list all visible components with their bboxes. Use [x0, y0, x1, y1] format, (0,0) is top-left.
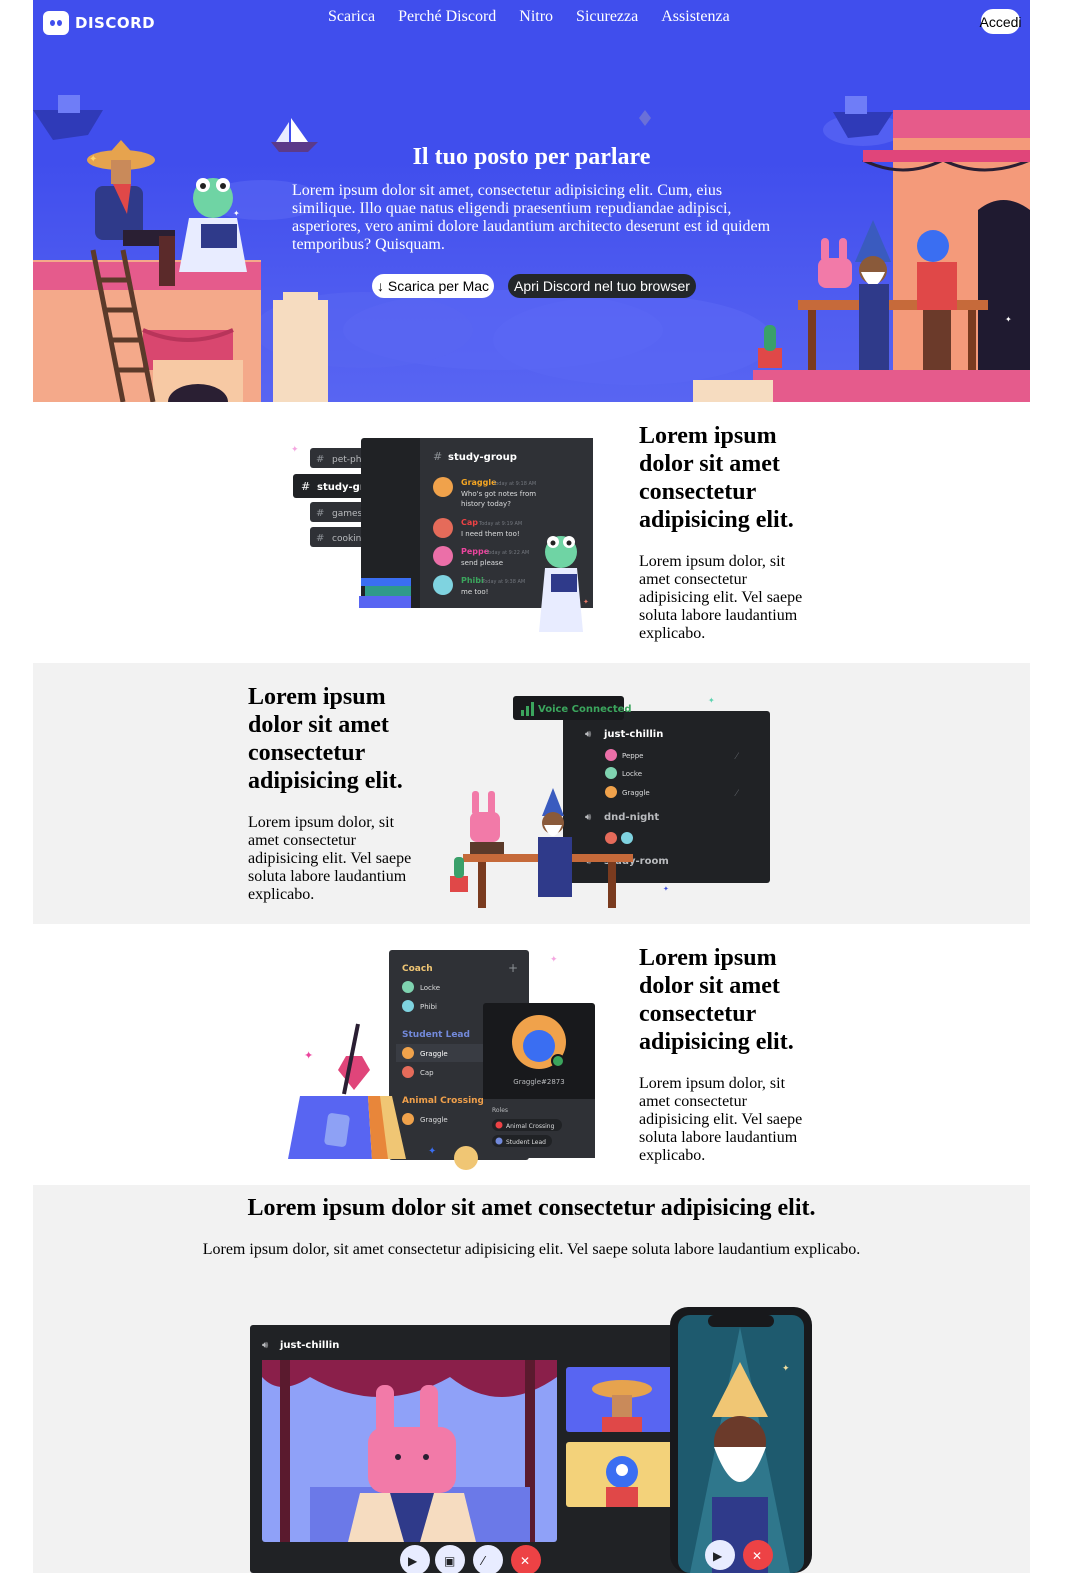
- speaker-icon: 🔊︎: [262, 1340, 269, 1351]
- msg-author: Cap: [461, 518, 478, 527]
- svg-text:#: #: [316, 454, 324, 465]
- logo-text: DISCORD: [75, 14, 156, 32]
- hero-description: Lorem ipsum dolor sit amet, consectetur …: [292, 182, 771, 253]
- svg-text:✦: ✦: [708, 696, 715, 705]
- speaker-icon: 🔊︎: [585, 729, 592, 740]
- msg-text: I need them too!: [461, 530, 520, 538]
- svg-text:🔊︎: 🔊︎: [585, 812, 592, 823]
- role-group-name: Coach: [402, 964, 433, 974]
- msg-text: me too!: [461, 588, 488, 596]
- nav-link-nitro[interactable]: Nitro: [519, 8, 553, 26]
- svg-text:✦: ✦: [233, 209, 240, 218]
- feature-2-title: Lorem ipsum dolor sit amet consectetur a…: [248, 684, 403, 794]
- nav-links: Scarica Perché Discord Nitro Sicurezza A…: [328, 8, 730, 26]
- voice-channel-name: just-chillin: [603, 729, 663, 740]
- download-mac-button[interactable]: ↓ Scarica per Mac: [372, 274, 495, 298]
- msg-text: history today?: [461, 500, 511, 508]
- roles-illustration: Coach + Locke Phibi Student Lead Graggle…: [288, 950, 595, 1170]
- msg-text: send please: [461, 559, 503, 567]
- page: ✦ ✦ ✦ DISCORD Scarica Perché Discord Nit…: [33, 0, 1030, 1573]
- channel-games: games: [332, 509, 363, 519]
- video-call-illustration: 🔊︎ just-chillin ▶ ▣ ⁄ ✕ ▶ ✕ ✦: [250, 1307, 812, 1573]
- final-text: Lorem ipsum dolor, sit amet consectetur …: [202, 1241, 861, 1258]
- svg-text:#: #: [316, 533, 324, 544]
- hero-buttons: ↓ Scarica per Mac Apri Discord nel tuo b…: [372, 274, 696, 298]
- screen-share-icon[interactable]: ▣: [444, 1554, 455, 1568]
- svg-text:✦: ✦: [291, 444, 299, 454]
- feature-section-2: Lorem ipsum dolor sit amet consectetur a…: [33, 663, 1030, 924]
- role-pill: Student Lead: [506, 1139, 546, 1146]
- svg-text:✦: ✦: [428, 1146, 436, 1157]
- msg-time: Today at 9:18 AM: [492, 481, 536, 487]
- open-browser-button[interactable]: Apri Discord nel tuo browser: [508, 274, 696, 298]
- msg-text: Who's got notes from: [461, 490, 536, 498]
- final-title: Lorem ipsum dolor sit amet consectetur a…: [247, 1195, 816, 1221]
- add-icon: +: [508, 961, 518, 975]
- chat-header: study-group: [448, 452, 517, 463]
- final-section: Lorem ipsum dolor sit amet consectetur a…: [33, 1185, 1030, 1573]
- discord-logo[interactable]: DISCORD: [43, 8, 155, 38]
- video-channel-name: just-chillin: [279, 1340, 339, 1351]
- role-group-name: Student Lead: [402, 1030, 470, 1040]
- msg-author: Phibi: [461, 576, 484, 585]
- role-group-name: Animal Crossing: [402, 1096, 484, 1106]
- voice-connected-label: Voice Connected: [538, 704, 632, 715]
- feature-3-text: Lorem ipsum dolor, sit amet consectetur …: [639, 1075, 803, 1164]
- svg-text:✦: ✦: [550, 954, 558, 964]
- voice-member: Locke: [622, 770, 642, 778]
- msg-time: Today at 9:38 AM: [481, 579, 525, 585]
- feature-1-text: Lorem ipsum dolor, sit amet consectetur …: [639, 553, 803, 642]
- member-name: Locke: [420, 984, 440, 992]
- phone-hangup-icon[interactable]: ✕: [752, 1549, 762, 1563]
- top-navigation: DISCORD Scarica Perché Discord Nitro Sic…: [33, 0, 1030, 42]
- member-name: Graggle: [420, 1116, 448, 1124]
- voice-channels-illustration: Voice Connected 🔊︎ just-chillin Peppe Lo…: [450, 696, 770, 908]
- profile-tag: Graggle#2873: [513, 1078, 564, 1086]
- hero-title: Il tuo posto per parlare: [412, 144, 651, 170]
- svg-text:✦: ✦: [583, 598, 589, 606]
- svg-text:✦: ✦: [1005, 315, 1012, 324]
- nav-link-perche-discord[interactable]: Perché Discord: [398, 8, 496, 26]
- svg-text:✦: ✦: [782, 1363, 790, 1373]
- hero-section: ✦ ✦ ✦ DISCORD Scarica Perché Discord Nit…: [33, 0, 1030, 402]
- feature-section-1: # pet-photos # study-group # games # coo…: [33, 402, 1030, 663]
- svg-text:#: #: [301, 480, 310, 493]
- voice-channel-name: dnd-night: [604, 812, 659, 823]
- text-channels-illustration: # pet-photos # study-group # games # coo…: [291, 438, 593, 632]
- member-name: Phibi: [420, 1003, 437, 1011]
- svg-text:#: #: [316, 508, 324, 519]
- feature-3-title: Lorem ipsum dolor sit amet consectetur a…: [639, 945, 794, 1055]
- hangup-icon[interactable]: ✕: [520, 1554, 530, 1568]
- nav-link-sicurezza[interactable]: Sicurezza: [576, 8, 638, 26]
- login-button[interactable]: Accedi: [979, 9, 1022, 34]
- voice-member: Peppe: [622, 752, 643, 760]
- member-name: Graggle: [420, 1050, 448, 1058]
- member-name: Cap: [420, 1069, 434, 1077]
- phone-camera-icon[interactable]: ▶: [713, 1549, 723, 1563]
- camera-icon[interactable]: ▶: [408, 1554, 418, 1568]
- msg-time: Today at 9:22 AM: [485, 550, 529, 556]
- svg-text:✦: ✦: [663, 885, 669, 893]
- roles-label: Roles: [492, 1107, 508, 1114]
- discord-logo-icon: [43, 11, 69, 35]
- role-pill: Animal Crossing: [506, 1123, 555, 1130]
- msg-author: Graggle: [461, 478, 497, 487]
- nav-link-assistenza[interactable]: Assistenza: [661, 8, 729, 26]
- feature-1-title: Lorem ipsum dolor sit amet consectetur a…: [639, 423, 794, 533]
- feature-2-text: Lorem ipsum dolor, sit amet consectetur …: [248, 814, 412, 903]
- nav-link-scarica[interactable]: Scarica: [328, 8, 375, 26]
- svg-text:✦: ✦: [304, 1050, 313, 1062]
- svg-text:#: #: [433, 450, 442, 463]
- msg-time: Today at 9:19 AM: [478, 521, 522, 527]
- voice-member: Graggle: [622, 789, 650, 797]
- feature-section-3: Coach + Locke Phibi Student Lead Graggle…: [33, 924, 1030, 1185]
